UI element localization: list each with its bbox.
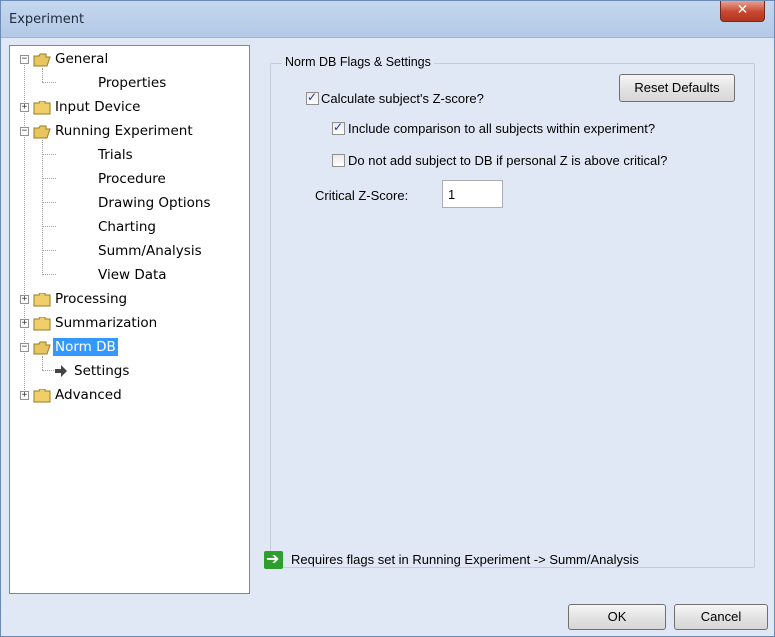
check-icon: ✓	[307, 90, 318, 104]
do-not-add-checkbox[interactable]	[332, 154, 345, 167]
ok-button[interactable]: OK	[568, 604, 666, 630]
tree-line	[42, 250, 56, 251]
close-icon: ✕	[736, 2, 749, 18]
folder-open-icon	[33, 52, 51, 67]
tree-item-norm-db[interactable]: Norm DB	[53, 338, 118, 356]
expand-summarization-icon[interactable]: +	[20, 319, 29, 328]
critical-zscore-input[interactable]	[442, 180, 503, 208]
folder-icon	[33, 388, 51, 403]
tree-item-processing[interactable]: Processing	[53, 290, 129, 308]
settings-tree[interactable]: − General Properties + Input Device − Ru…	[9, 45, 250, 594]
experiment-window: Experiment ✕ − General Properties + Inpu…	[0, 0, 775, 637]
tree-line	[42, 274, 56, 275]
tree-item-procedure[interactable]: Procedure	[96, 170, 168, 188]
dialog-footer: OK Cancel	[1, 594, 774, 636]
tree-item-view-data[interactable]: View Data	[96, 266, 169, 284]
pointer-arrow-icon	[54, 363, 68, 377]
tree-item-running-experiment[interactable]: Running Experiment	[53, 122, 195, 140]
expand-advanced-icon[interactable]: +	[20, 391, 29, 400]
tree-item-drawing-options[interactable]: Drawing Options	[96, 194, 213, 212]
close-button[interactable]: ✕	[720, 1, 765, 22]
calc-zscore-label: Calculate subject's Z-score?	[321, 91, 484, 106]
folder-icon	[33, 292, 51, 307]
tree-item-trials[interactable]: Trials	[96, 146, 135, 164]
norm-db-group	[270, 63, 755, 568]
tree-line	[42, 178, 56, 179]
collapse-general-icon[interactable]: −	[20, 55, 29, 64]
include-comparison-label: Include comparison to all subjects withi…	[348, 121, 656, 136]
critical-zscore-label: Critical Z-Score:	[315, 188, 409, 203]
tree-line	[42, 154, 56, 155]
tree-line	[42, 202, 56, 203]
tree-item-input-device[interactable]: Input Device	[53, 98, 142, 116]
expand-processing-icon[interactable]: +	[20, 295, 29, 304]
arrow-right-icon: ➔	[264, 549, 283, 569]
folder-open-icon	[33, 124, 51, 139]
group-title: Norm DB Flags & Settings	[282, 55, 434, 69]
tree-line	[42, 356, 43, 370]
expand-input-device-icon[interactable]: +	[20, 103, 29, 112]
folder-open-icon	[33, 340, 51, 355]
reset-defaults-button[interactable]: Reset Defaults	[619, 74, 735, 102]
title-bar: Experiment ✕	[1, 1, 774, 38]
tree-item-properties[interactable]: Properties	[96, 74, 168, 92]
tree-item-summarization[interactable]: Summarization	[53, 314, 159, 332]
tree-line	[42, 82, 56, 83]
window-title: Experiment	[9, 12, 85, 27]
tree-line	[42, 370, 54, 371]
tree-item-summ-analysis[interactable]: Summ/Analysis	[96, 242, 204, 260]
tree-line	[42, 68, 43, 82]
cancel-button[interactable]: Cancel	[674, 604, 768, 630]
tree-item-advanced[interactable]: Advanced	[53, 386, 124, 404]
collapse-norm-db-icon[interactable]: −	[20, 343, 29, 352]
tree-item-charting[interactable]: Charting	[96, 218, 158, 236]
settings-panel: Norm DB Flags & Settings Reset Defaults …	[260, 45, 769, 594]
calc-zscore-checkbox[interactable]: ✓	[306, 90, 319, 105]
tree-item-general[interactable]: General	[53, 50, 110, 68]
note-text: Requires flags set in Running Experiment…	[291, 552, 639, 567]
check-icon: ✓	[333, 120, 344, 134]
folder-icon	[33, 100, 51, 115]
tree-line	[42, 140, 43, 275]
include-comparison-checkbox[interactable]: ✓	[332, 120, 345, 135]
tree-line	[42, 226, 56, 227]
do-not-add-label: Do not add subject to DB if personal Z i…	[348, 153, 668, 168]
folder-icon	[33, 316, 51, 331]
collapse-running-experiment-icon[interactable]: −	[20, 127, 29, 136]
tree-item-settings[interactable]: Settings	[72, 362, 131, 380]
